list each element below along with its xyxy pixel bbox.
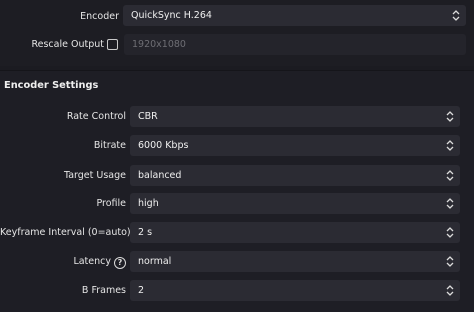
chevron-updown-icon (446, 110, 454, 123)
rate-control-select[interactable]: CBR (130, 106, 460, 127)
profile-label: Profile (96, 198, 126, 209)
encoder-value: QuickSync H.264 (131, 10, 212, 21)
encoder-settings-title: Encoder Settings (4, 80, 99, 91)
rate-control-label: Rate Control (66, 111, 126, 122)
encoder-select[interactable]: QuickSync H.264 (123, 5, 466, 26)
latency-label-group: Latency? (0, 256, 126, 269)
spin-arrows-icon[interactable] (446, 139, 454, 152)
latency-value: normal (138, 256, 172, 267)
rate-control-value: CBR (138, 111, 158, 122)
profile-value: high (138, 198, 159, 209)
target-usage-label: Target Usage (63, 170, 126, 181)
chevron-updown-icon (446, 197, 454, 210)
keyframe-interval-spinbox[interactable]: 2 s (130, 222, 460, 243)
latency-label: Latency (73, 256, 111, 267)
bframes-value: 2 (138, 285, 145, 296)
chevron-updown-icon (452, 9, 460, 22)
target-usage-select[interactable]: balanced (130, 165, 460, 186)
bitrate-spinbox[interactable]: 6000 Kbps (130, 135, 460, 156)
spin-arrows-icon[interactable] (446, 226, 454, 239)
bframes-label: B Frames (81, 285, 126, 296)
bframes-spinbox[interactable]: 2 (130, 280, 460, 301)
latency-select[interactable]: normal (130, 251, 460, 272)
profile-select[interactable]: high (130, 193, 460, 214)
rescale-resolution-value: 1920x1080 (132, 39, 186, 50)
keyframe-interval-value: 2 s (138, 227, 153, 238)
chevron-updown-icon (446, 169, 454, 182)
rescale-output-checkbox[interactable] (107, 39, 118, 50)
target-usage-value: balanced (138, 170, 182, 181)
rescale-resolution-field: 1920x1080 (124, 34, 466, 55)
encoder-label: Encoder (80, 11, 119, 22)
output-panel: Encoder QuickSync H.264 Rescale Output 1… (0, 0, 474, 66)
bitrate-label: Bitrate (93, 140, 126, 151)
help-icon[interactable]: ? (114, 257, 126, 269)
rescale-output-label: Rescale Output (31, 39, 104, 50)
chevron-updown-icon (446, 255, 454, 268)
bitrate-value: 6000 Kbps (138, 140, 189, 151)
keyframe-interval-label: Keyframe Interval (0=auto) (0, 227, 131, 238)
spin-arrows-icon[interactable] (446, 284, 454, 297)
